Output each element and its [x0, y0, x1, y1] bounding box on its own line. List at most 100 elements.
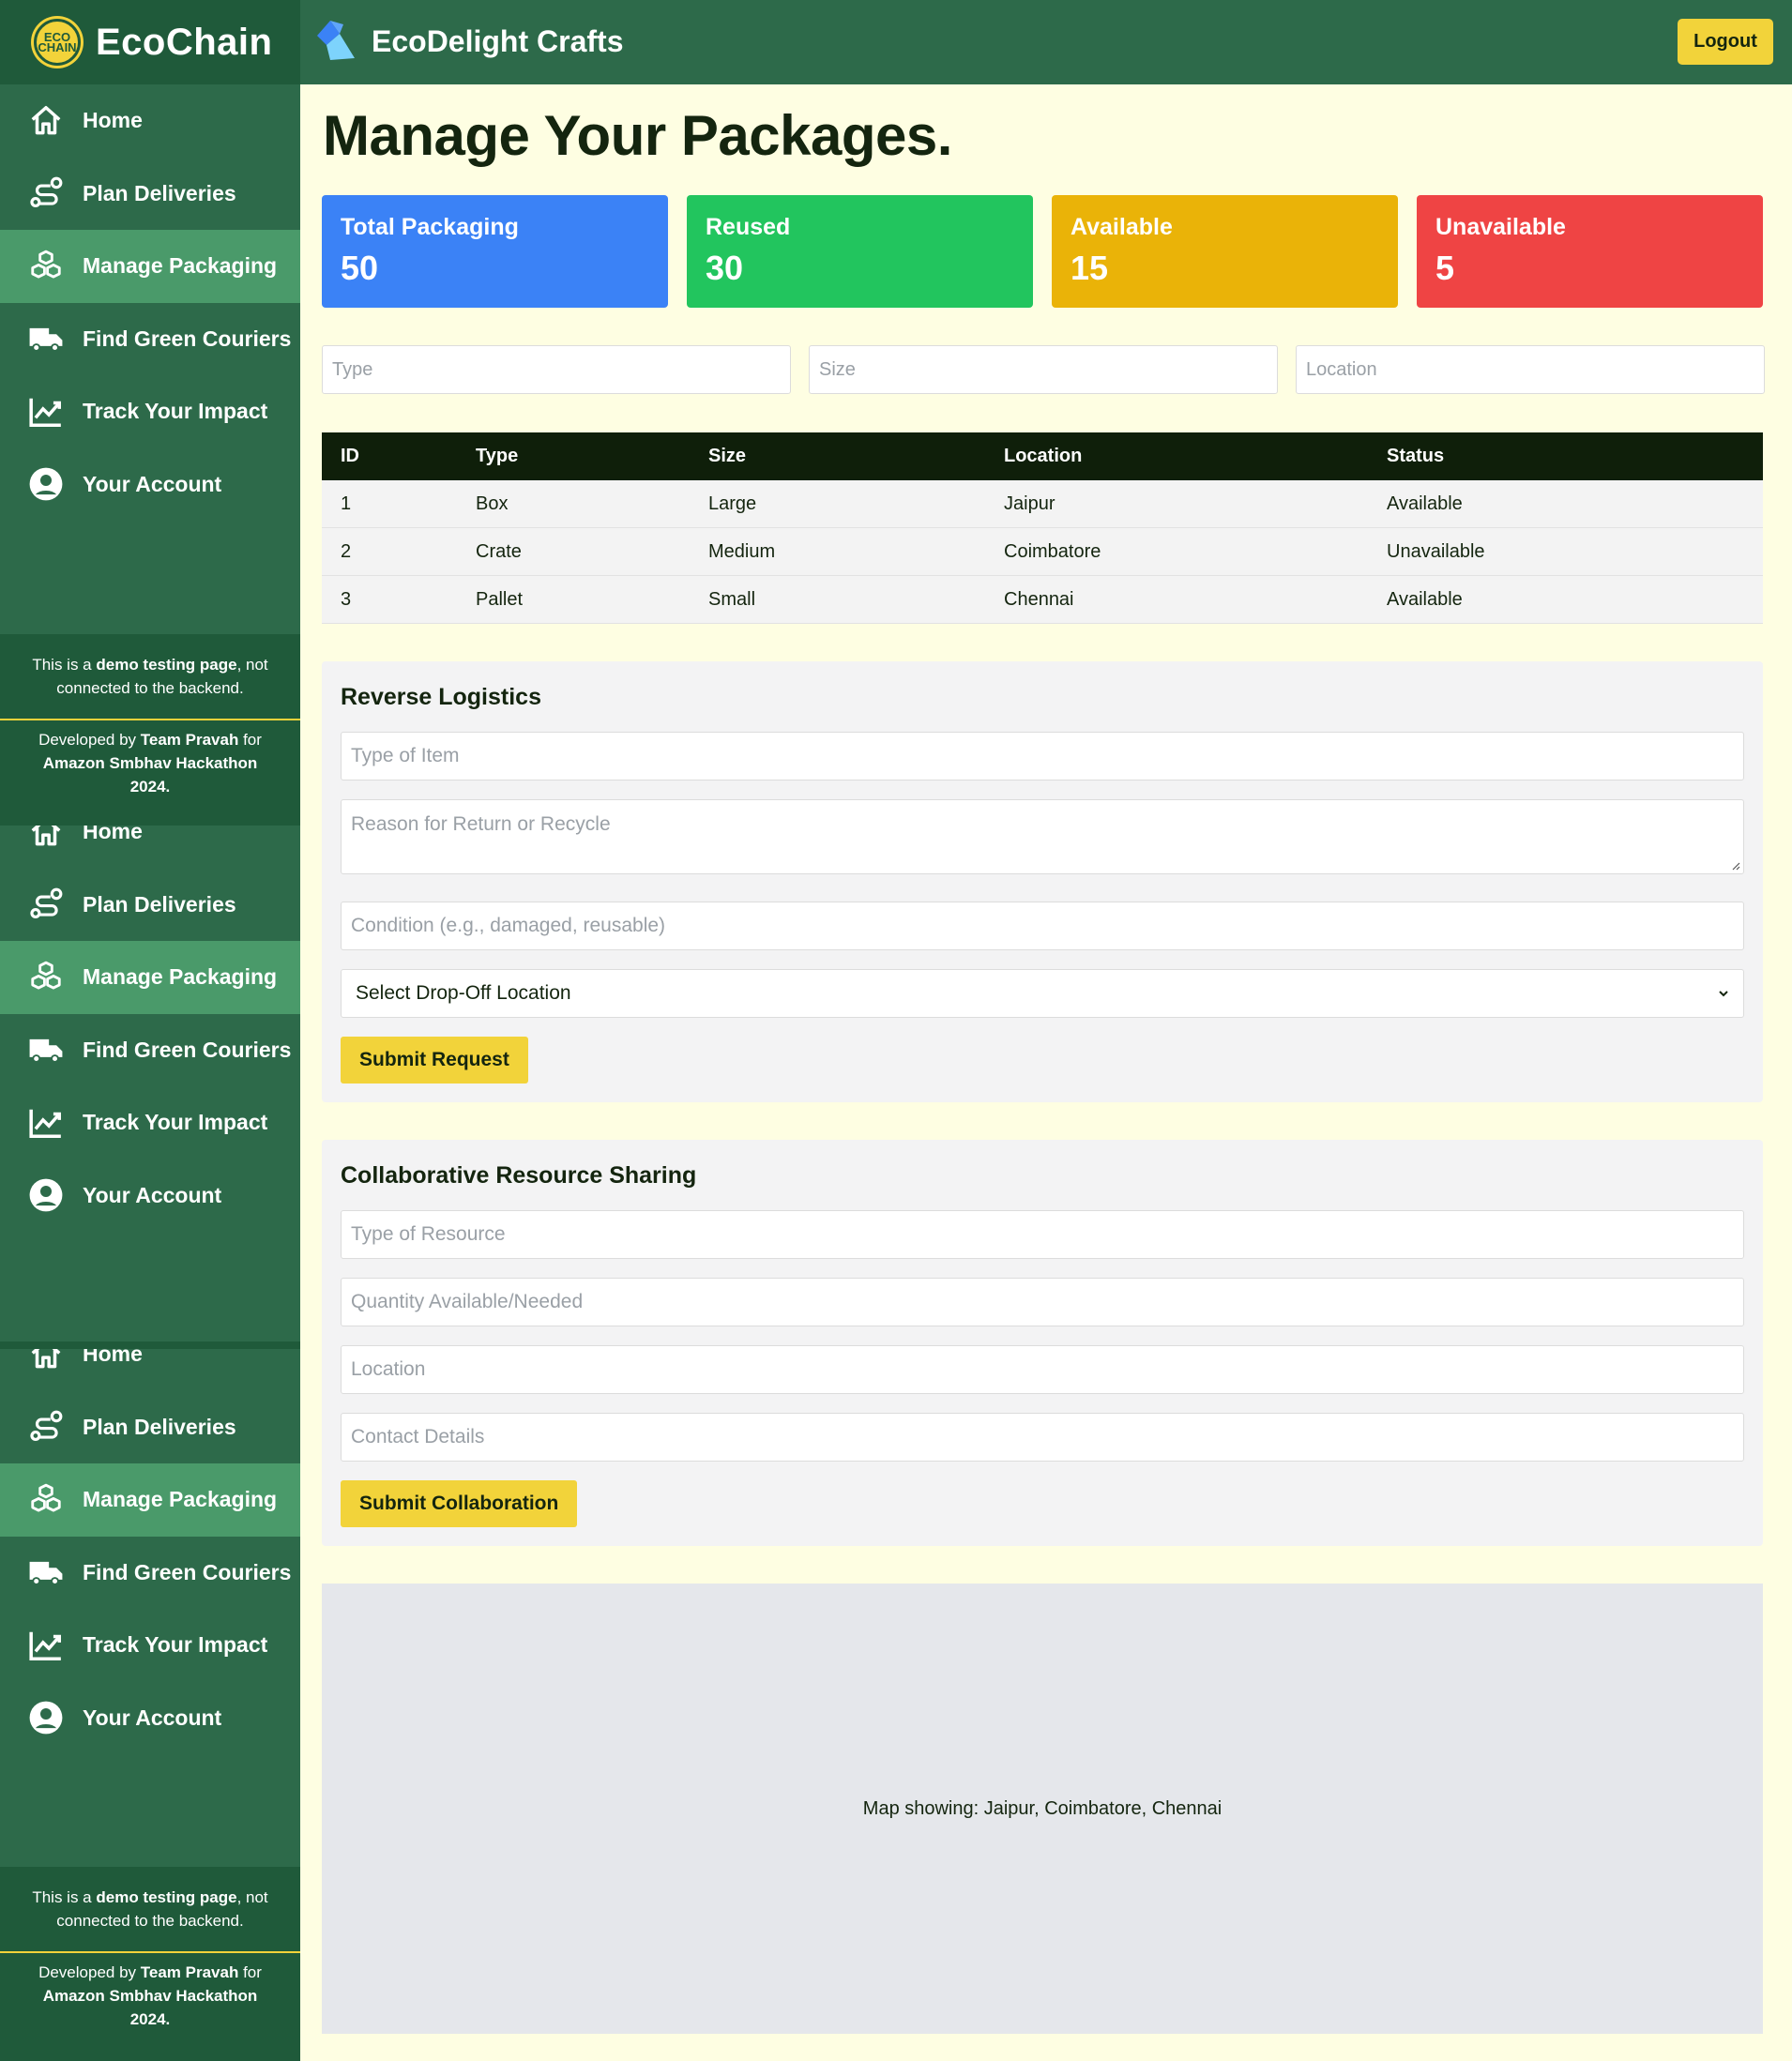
- demo-note-prefix: This is a: [32, 656, 97, 674]
- sidebar-item-label: Plan Deliveries: [83, 1414, 236, 1439]
- sidebar-item-home[interactable]: Home: [0, 1349, 300, 1391]
- sidebar-item-label: Track Your Impact: [83, 1110, 268, 1135]
- column-header-id[interactable]: ID: [322, 446, 476, 467]
- map-caption: Map showing: Jaipur, Coimbatore, Chennai: [862, 1797, 1223, 1819]
- stat-label: Available: [1071, 214, 1173, 240]
- item-type-input[interactable]: Type of Item: [341, 732, 1744, 780]
- stat-label: Unavailable: [1435, 214, 1566, 240]
- collab-location-input[interactable]: Location: [341, 1345, 1744, 1394]
- credit-year: 2024.: [129, 2010, 171, 2028]
- sidebar-item-label: Find Green Couriers: [83, 1559, 292, 1584]
- column-header-size[interactable]: Size: [708, 446, 1004, 467]
- location-filter-input[interactable]: Location: [1296, 345, 1765, 394]
- sidebar-nav-repeat-2-inner: Home Plan Deliveries Manage Packaging Fi…: [0, 1349, 300, 1754]
- size-filter-placeholder: Size: [819, 358, 856, 380]
- stat-value: 15: [1071, 249, 1109, 287]
- credit-mid: for: [238, 731, 262, 749]
- reason-textarea[interactable]: Reason for Return or Recycle: [341, 799, 1744, 874]
- demo-note: This is a demo testing page, not connect…: [0, 1867, 300, 1951]
- sidebar-item-label: Track Your Impact: [83, 1632, 268, 1658]
- chevron-down-icon: [1719, 991, 1728, 997]
- cell-location: Chennai: [1004, 588, 1074, 610]
- sidebar-item-track-your-impact[interactable]: Track Your Impact: [0, 375, 300, 448]
- sidebar-item-find-green-couriers[interactable]: Find Green Couriers: [0, 303, 300, 376]
- sidebar-divider: [0, 1341, 300, 1349]
- home-icon: [31, 826, 61, 846]
- column-header-type[interactable]: Type: [476, 446, 708, 467]
- size-filter-input[interactable]: Size: [809, 345, 1278, 394]
- condition-input[interactable]: Condition (e.g., damaged, reusable): [341, 902, 1744, 950]
- ecochain-logo-icon: ECO CHAIN: [34, 19, 81, 66]
- sidebar-item-label: Your Account: [83, 1705, 222, 1730]
- store-logo-icon: [317, 21, 355, 60]
- boxes-icon: [31, 1483, 61, 1512]
- boxes-icon: [31, 250, 61, 279]
- type-filter-input[interactable]: Type: [322, 345, 791, 394]
- sidebar-item-your-account[interactable]: Your Account: [0, 1159, 300, 1233]
- table-row[interactable]: 2 Crate Medium Coimbatore Unavailable: [322, 528, 1763, 576]
- cell-status: Unavailable: [1387, 540, 1485, 562]
- table-row[interactable]: 1 Box Large Jaipur Available: [322, 480, 1763, 528]
- sidebar-nav-repeat-2: Home Plan Deliveries Manage Packaging Fi…: [0, 1349, 300, 1951]
- quantity-input[interactable]: Quantity Available/Needed: [341, 1278, 1744, 1326]
- stat-card-total-packaging: Total Packaging 50: [322, 195, 668, 308]
- stat-card-reused: Reused 30: [687, 195, 1033, 308]
- sidebar-item-manage-packaging[interactable]: Manage Packaging: [0, 941, 300, 1014]
- collaboration-title: Collaborative Resource Sharing: [341, 1162, 697, 1189]
- sidebar-nav-repeat-inner: Home Plan Deliveries Manage Packaging Fi…: [0, 826, 300, 1232]
- logout-button[interactable]: Logout: [1678, 19, 1773, 65]
- sidebar-item-plan-deliveries[interactable]: Plan Deliveries: [0, 158, 300, 231]
- sidebar-item-your-account[interactable]: Your Account: [0, 448, 300, 522]
- cell-size: Large: [708, 493, 757, 514]
- route-icon: [30, 176, 63, 208]
- sidebar-nav-repeat: Home Plan Deliveries Manage Packaging Fi…: [0, 826, 300, 1426]
- table-row[interactable]: 3 Pallet Small Chennai Available: [322, 576, 1763, 624]
- store-header: EcoDelight Crafts: [311, 17, 623, 66]
- sidebar-item-label: Find Green Couriers: [83, 326, 292, 351]
- truck-icon: [29, 328, 63, 353]
- sidebar-item-home[interactable]: Home: [0, 84, 300, 158]
- sidebar-item-label: Manage Packaging: [83, 253, 278, 279]
- sidebar-nav: Home Plan Deliveries Manage Packaging Fi…: [0, 84, 300, 521]
- sidebar-item-plan-deliveries[interactable]: Plan Deliveries: [0, 869, 300, 942]
- route-icon: [30, 887, 63, 919]
- submit-collaboration-button[interactable]: Submit Collaboration: [341, 1480, 578, 1527]
- demo-note: This is a demo testing page, not connect…: [0, 634, 300, 719]
- sidebar-item-find-green-couriers[interactable]: Find Green Couriers: [0, 1537, 300, 1610]
- map-placeholder[interactable]: Map showing: Jaipur, Coimbatore, Chennai: [322, 1584, 1763, 2034]
- column-header-location[interactable]: Location: [1004, 446, 1387, 467]
- quantity-placeholder: Quantity Available/Needed: [351, 1291, 584, 1312]
- truck-icon: [29, 1039, 63, 1064]
- brand[interactable]: ECO CHAIN EcoChain: [0, 0, 300, 84]
- stat-value: 50: [341, 249, 379, 287]
- table-header-row: ID Type Size Location Status: [322, 432, 1763, 480]
- credit-team: Team Pravah: [140, 1963, 239, 1981]
- sidebar-item-track-your-impact[interactable]: Track Your Impact: [0, 1086, 300, 1159]
- cell-type: Pallet: [476, 588, 524, 610]
- sidebar-item-your-account[interactable]: Your Account: [0, 1682, 300, 1755]
- stat-value: 5: [1435, 249, 1455, 287]
- resource-type-input[interactable]: Type of Resource: [341, 1210, 1744, 1259]
- chart-line-icon: [29, 1631, 61, 1660]
- brand-name: EcoChain: [96, 21, 273, 63]
- column-header-status[interactable]: Status: [1387, 446, 1762, 467]
- type-filter-placeholder: Type: [332, 358, 373, 380]
- collab-location-placeholder: Location: [351, 1358, 426, 1380]
- sidebar-item-track-your-impact[interactable]: Track Your Impact: [0, 1609, 300, 1682]
- stat-value: 30: [706, 249, 744, 287]
- cell-size: Small: [708, 588, 756, 610]
- packages-table: ID Type Size Location Status 1 Box Large…: [322, 432, 1763, 624]
- sidebar-item-manage-packaging[interactable]: Manage Packaging: [0, 1463, 300, 1537]
- sidebar-item-manage-packaging[interactable]: Manage Packaging: [0, 230, 300, 303]
- sidebar-item-label: Manage Packaging: [83, 964, 278, 990]
- contact-details-input[interactable]: Contact Details: [341, 1413, 1744, 1462]
- resize-grip-icon[interactable]: [1729, 859, 1740, 871]
- demo-note-bold: demo testing page: [96, 1888, 237, 1906]
- user-circle-icon: [29, 1178, 63, 1212]
- sidebar-item-find-green-couriers[interactable]: Find Green Couriers: [0, 1014, 300, 1087]
- sidebar-item-label: Find Green Couriers: [83, 1037, 292, 1062]
- submit-request-button[interactable]: Submit Request: [341, 1037, 528, 1084]
- sidebar-item-plan-deliveries[interactable]: Plan Deliveries: [0, 1391, 300, 1464]
- dropoff-location-select[interactable]: Select Drop-Off Location: [341, 969, 1744, 1018]
- sidebar-item-home[interactable]: Home: [0, 826, 300, 869]
